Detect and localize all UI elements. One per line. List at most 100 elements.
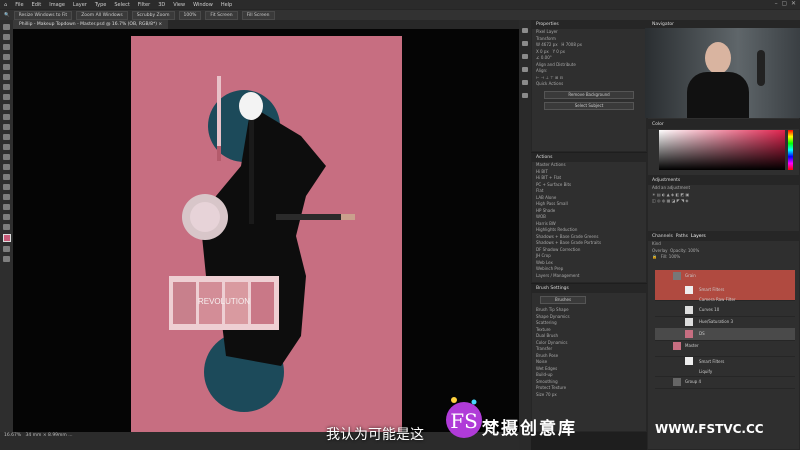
color-picker-field[interactable] [659,130,785,170]
blend-mode-select[interactable]: Overlay [652,248,668,253]
tab-paths[interactable]: Paths [676,234,688,239]
actions-panel: Actions Master Actions Hi BIT Hi BIT + F… [531,153,647,283]
layer-row[interactable]: Master [655,340,795,357]
brush-size-label: Size [536,391,545,397]
move-tool-icon[interactable] [3,24,10,30]
actions-icon[interactable] [522,54,528,59]
svg-text:FS: FS [450,409,478,433]
properties-title: Properties [532,21,646,29]
quick-select-tool-icon[interactable] [3,54,10,60]
menu-filter[interactable]: Filter [134,2,154,8]
menu-image[interactable]: Image [45,2,69,8]
makeup-flatlay-photo: REVOLUTION [169,76,355,412]
menu-bar: ⌂ File Edit Image Layer Type Select Filt… [0,0,800,9]
x-field[interactable]: 0 px [540,49,549,54]
brush-tool-icon[interactable] [3,94,10,100]
width-field[interactable]: 4672 px [541,42,557,47]
menu-layer[interactable]: Layer [69,2,91,8]
crop-tool-icon[interactable] [3,64,10,70]
y-field[interactable]: 0 px [556,49,565,54]
opacity-label: Opacity: [670,247,687,253]
lip-pencil [217,76,221,146]
more-tools-icon[interactable] [3,224,10,230]
brush-settings-panel: Brush Settings Brushes Brush Tip Shape S… [531,284,647,432]
blur-tool-icon[interactable] [3,144,10,150]
microphone-icon [757,50,765,86]
watermark-brand: 梵摄创意库 [482,419,577,439]
menu-type[interactable]: Type [91,2,110,8]
makeup-brush [249,114,254,224]
menu-file[interactable]: File [11,2,27,8]
fill-label: Fill: [660,254,668,259]
layer-row[interactable]: Group 4 [655,376,795,389]
brushes-button[interactable]: Brushes [540,296,586,304]
pen-tool-icon[interactable] [3,164,10,170]
scrubby-zoom-button[interactable]: Scrubby Zoom [131,10,175,20]
paragraph-icon[interactable] [522,93,528,98]
eyedropper-tool-icon[interactable] [3,74,10,80]
menu-view[interactable]: View [169,2,189,8]
resize-windows-button[interactable]: Resize Windows to Fit [13,10,73,20]
zoom-level[interactable]: 16.67% [4,433,21,438]
foreground-color-swatch[interactable] [3,234,11,242]
height-field[interactable]: 7008 px [566,42,582,47]
brush-size-value[interactable]: 70 px [546,392,557,397]
zoom-100-button[interactable]: 100% [178,10,202,20]
angle-field[interactable]: 0.00° [541,55,552,60]
brush-settings-title: Brush Settings [532,285,646,293]
dodge-tool-icon[interactable] [3,154,10,160]
history-icon[interactable] [522,28,528,33]
fs-logo-icon: FS [446,397,482,438]
select-subject-button[interactable]: Select Subject [544,101,634,110]
remove-background-button[interactable]: Remove Background [544,90,634,99]
path-select-tool-icon[interactable] [3,184,10,190]
actions-title: Actions [532,154,646,162]
menu-edit[interactable]: Edit [28,2,46,8]
screen-mode-icon[interactable] [3,256,10,262]
brush-icon[interactable] [522,67,528,72]
properties-panel: Properties Pixel Layer Transform W 4672 … [531,20,647,152]
lasso-tool-icon[interactable] [3,44,10,50]
menu-help[interactable]: Help [217,2,236,8]
fill-field[interactable]: 100% [669,254,680,259]
adjustment-icons-row2[interactable]: ◫ ◎ ◍ ▦ ◪ ◤ ◥ ◈ [648,198,799,205]
history-brush-tool-icon[interactable] [3,114,10,120]
fit-screen-button[interactable]: Fit Screen [205,10,238,20]
quick-mask-icon[interactable] [3,246,10,252]
layer-row[interactable]: Camera Raw Filter [655,294,795,304]
hue-slider[interactable] [788,130,793,170]
tab-layers[interactable]: Layers [691,234,706,239]
document-tab[interactable]: Phillip - Makeup Topdown - Master.psd @ … [13,20,169,29]
shape-tool-icon[interactable] [3,194,10,200]
layer-row[interactable]: Smart Filters [655,284,795,294]
menu-window[interactable]: Window [189,2,217,8]
layer-filter-kind[interactable]: Kind [652,241,661,246]
window-controls[interactable]: – ▢ ✕ [775,0,796,7]
eraser-tool-icon[interactable] [3,124,10,130]
properties-icon[interactable] [522,41,528,46]
quick-actions-label: Quick Actions [536,81,564,86]
hand-tool-icon[interactable] [3,204,10,210]
video-subtitle: 我认为可能是这 [326,427,424,443]
zoom-all-windows-button[interactable]: Zoom All Windows [76,10,128,20]
zoom-tool-icon[interactable]: 🔍 [4,13,10,18]
adjustments-title: Adjustments [648,177,799,185]
opacity-field[interactable]: 100% [688,248,699,253]
layer-row[interactable]: Smart Filters [655,356,795,366]
presenter-head [705,42,731,74]
doc-info: 34 mm × 8.99mm ... [25,433,73,438]
zoom-tool-icon[interactable] [3,214,10,220]
tab-channels[interactable]: Channels [652,234,673,239]
type-tool-icon[interactable] [3,174,10,180]
healing-tool-icon[interactable] [3,84,10,90]
action-item[interactable]: Layers / Management [532,273,646,280]
gradient-tool-icon[interactable] [3,134,10,140]
menu-3d[interactable]: 3D [154,2,169,8]
fill-screen-button[interactable]: Fill Screen [241,10,275,20]
artboard-image[interactable]: REVOLUTION [131,36,402,432]
menu-select[interactable]: Select [110,2,133,8]
marquee-tool-icon[interactable] [3,34,10,40]
character-icon[interactable] [522,80,528,85]
photoshop-logo-icon[interactable]: ⌂ [0,2,11,8]
clone-stamp-tool-icon[interactable] [3,104,10,110]
